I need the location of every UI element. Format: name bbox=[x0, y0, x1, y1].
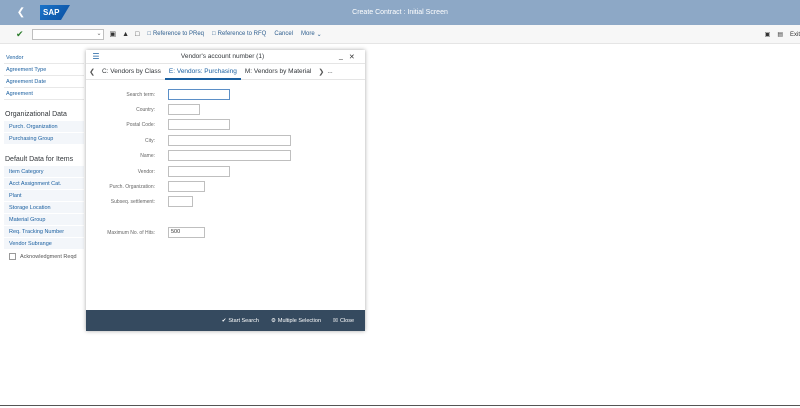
field-material-group[interactable]: Material Group bbox=[4, 214, 84, 226]
row-search-term: Search term: bbox=[86, 89, 230, 100]
field-acct-assignment-cat[interactable]: Acct Assignment Cat. bbox=[4, 178, 84, 190]
save-icon[interactable]: ▣ bbox=[110, 30, 117, 38]
tab-vendors-by-class[interactable]: C: Vendors by Class bbox=[98, 64, 165, 80]
more-button[interactable]: More ⌄ bbox=[301, 31, 322, 38]
shell-bar: ❮ SAP Create Contract : Initial Screen bbox=[0, 0, 800, 25]
chevron-left-icon[interactable]: ❮ bbox=[86, 68, 98, 76]
row-vendor: Vendor: bbox=[86, 166, 230, 177]
field-plant[interactable]: Plant bbox=[4, 190, 84, 202]
field-agreement-date[interactable]: Agreement Date bbox=[4, 76, 84, 88]
field-vendor-subrange[interactable]: Vendor Subrange bbox=[4, 238, 84, 250]
chevron-down-icon: ⌄ bbox=[316, 31, 322, 38]
cancel-button[interactable]: Cancel bbox=[274, 31, 293, 37]
field-req-tracking-number[interactable]: Req. Tracking Number bbox=[4, 226, 84, 238]
acknowledgment-checkbox[interactable]: Acknowledgment Reqd bbox=[4, 250, 84, 263]
vendor-input[interactable] bbox=[168, 166, 230, 177]
more-tabs-icon[interactable]: ... bbox=[327, 68, 332, 75]
start-search-button[interactable]: ✔ Start Search bbox=[222, 318, 259, 324]
document-icon: □ bbox=[212, 31, 216, 37]
chevron-right-icon[interactable]: ❯ bbox=[315, 68, 327, 76]
layout-icon[interactable]: ▤ bbox=[777, 31, 783, 38]
dialog-footer: ✔ Start Search ⚙ Multiple Selection ☒ Close bbox=[86, 310, 365, 331]
field-agreement[interactable]: Agreement bbox=[4, 88, 84, 100]
field-purchasing-group[interactable]: Purchasing Group bbox=[4, 133, 84, 145]
row-purch-organization: Purch. Organization: bbox=[86, 181, 205, 192]
row-subseq-settlement: Subseq. settlement: bbox=[86, 196, 193, 207]
row-city: City: bbox=[86, 135, 291, 146]
search-help-dialog: ☰ Vendor's account number (1) _ ✕ ❮ C: Ve… bbox=[86, 50, 365, 331]
section-organizational-data: Organizational Data bbox=[5, 111, 67, 118]
tab-strip: ❮ C: Vendors by Class E: Vendors: Purcha… bbox=[86, 64, 365, 80]
back-arrow-icon[interactable]: ❮ bbox=[8, 0, 34, 25]
close-icon: ☒ bbox=[333, 317, 338, 324]
chevron-down-icon[interactable]: ⌄ bbox=[97, 30, 102, 37]
close-button[interactable]: ☒ Close bbox=[333, 318, 354, 324]
sap-logo: SAP bbox=[40, 5, 70, 20]
country-input[interactable] bbox=[168, 104, 200, 115]
field-vendor[interactable]: Vendor bbox=[4, 52, 84, 64]
tab-vendors-by-material[interactable]: M: Vendors by Material bbox=[241, 64, 315, 80]
name-input[interactable] bbox=[168, 150, 291, 161]
checkbox[interactable] bbox=[9, 253, 16, 260]
reference-to-preq-button[interactable]: □ Reference to PReq bbox=[147, 31, 204, 37]
field-purch-organization[interactable]: Purch. Organization bbox=[4, 121, 84, 133]
menu-icon[interactable]: ☰ bbox=[86, 52, 106, 61]
field-storage-location[interactable]: Storage Location bbox=[4, 202, 84, 214]
field-agreement-type[interactable]: Agreement Type bbox=[4, 64, 84, 76]
document-icon: □ bbox=[147, 31, 151, 37]
checkmark-icon[interactable]: ✔ bbox=[16, 29, 24, 40]
application-toolbar: ✔ ⌄ ▣ ▲ □ □ Reference to PReq □ Reference … bbox=[0, 25, 800, 44]
close-icon[interactable]: ✕ bbox=[349, 53, 355, 61]
minimize-icon[interactable]: _ bbox=[339, 53, 343, 61]
search-term-input[interactable] bbox=[168, 89, 230, 100]
city-input[interactable] bbox=[168, 135, 291, 146]
subseq-settlement-input[interactable] bbox=[168, 196, 193, 207]
max-hits-input[interactable]: 500 bbox=[168, 227, 205, 238]
left-panel: Vendor Agreement Type Agreement Date Agr… bbox=[4, 52, 84, 263]
section-default-data: Default Data for Items bbox=[5, 156, 74, 163]
postal-code-input[interactable] bbox=[168, 119, 230, 130]
checkmark-icon: ✔ bbox=[221, 317, 227, 324]
exit-button[interactable]: Exit bbox=[790, 32, 800, 38]
copy-icon[interactable]: □ bbox=[135, 31, 139, 38]
page-title: Create Contract : Initial Screen bbox=[352, 9, 448, 16]
row-name: Name: bbox=[86, 150, 291, 161]
dialog-header: ☰ Vendor's account number (1) _ ✕ bbox=[86, 50, 365, 64]
purch-organization-input[interactable] bbox=[168, 181, 205, 192]
field-item-category[interactable]: Item Category bbox=[4, 166, 84, 178]
print-icon[interactable]: ▲ bbox=[122, 31, 129, 38]
row-max-hits: Maximum No. of Hits: 500 bbox=[86, 227, 205, 238]
dialog-title: Vendor's account number (1) bbox=[180, 53, 265, 60]
divider bbox=[0, 405, 800, 406]
row-country: Country: bbox=[86, 104, 200, 115]
window-icon[interactable]: ▣ bbox=[765, 31, 771, 38]
multiple-selection-button[interactable]: ⚙ Multiple Selection bbox=[271, 318, 321, 324]
toolbar-right: ▣ ▤ Exit bbox=[765, 25, 800, 44]
dialog-controls: _ ✕ bbox=[339, 53, 365, 61]
reference-to-rfq-button[interactable]: □ Reference to RFQ bbox=[212, 31, 266, 37]
row-postal-code: Postal Code: bbox=[86, 119, 230, 130]
multi-select-icon: ⚙ bbox=[270, 317, 276, 324]
tab-vendors-purchasing[interactable]: E: Vendors: Purchasing bbox=[164, 64, 241, 80]
command-field[interactable]: ⌄ bbox=[31, 28, 104, 40]
